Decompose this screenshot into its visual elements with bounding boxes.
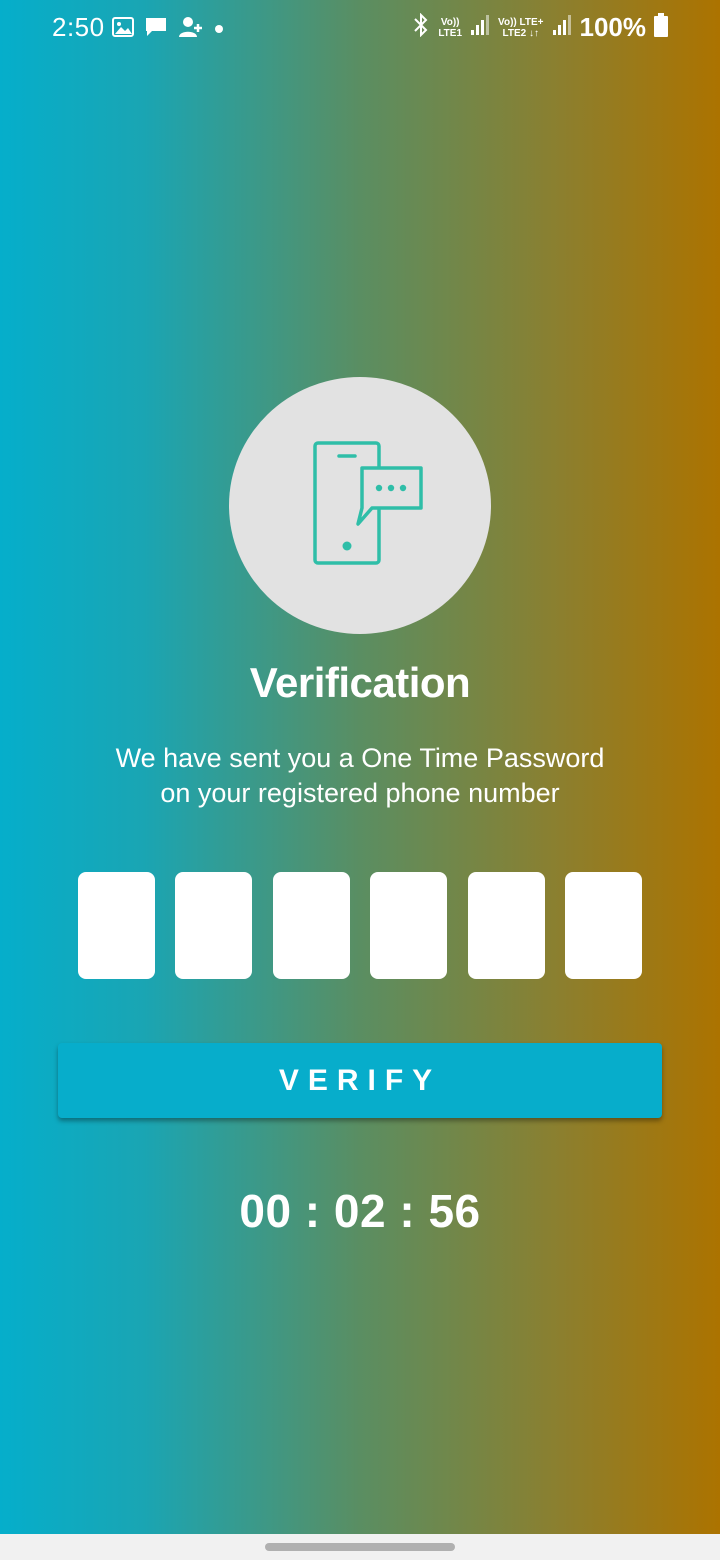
status-right-group: Vo)) LTE1 Vo)) LTE+ LTE2 ↓↑ 100% xyxy=(412,12,668,43)
status-time: 2:50 xyxy=(52,12,105,42)
home-gesture-handle[interactable] xyxy=(265,1543,455,1551)
battery-percentage: 100% xyxy=(579,12,647,42)
otp-digit-3[interactable] xyxy=(273,872,350,979)
dot-icon xyxy=(214,21,224,39)
sim1-volte-label: Vo)) xyxy=(440,16,460,28)
instruction-line-2: on your registered phone number xyxy=(160,778,560,808)
battery-icon xyxy=(654,13,668,42)
bluetooth-icon xyxy=(412,12,430,42)
message-icon xyxy=(144,16,168,43)
person-add-icon xyxy=(178,16,204,43)
image-icon xyxy=(112,17,134,42)
instruction-line-1: We have sent you a One Time Password xyxy=(115,743,605,773)
notification-icons xyxy=(112,16,224,43)
signal-icon xyxy=(470,14,490,41)
status-bar: 2:50 Vo)) LTE1 Vo)) LTE+ LTE2 ↓↑ 100% xyxy=(0,0,720,56)
otp-digit-2[interactable] xyxy=(175,872,252,979)
countdown-timer: 00 : 02 : 56 xyxy=(239,1185,481,1237)
verification-instructions: We have sent you a One Time Password on … xyxy=(0,741,720,811)
sim1-network-label: Vo)) LTE1 xyxy=(438,17,462,39)
sim2-volte-label: Vo)) LTE+ xyxy=(498,16,544,28)
verification-illustration xyxy=(229,377,491,634)
otp-digit-4[interactable] xyxy=(370,872,447,979)
verify-button[interactable]: VERIFY xyxy=(58,1043,662,1118)
sim2-network-label: Vo)) LTE+ LTE2 ↓↑ xyxy=(498,17,543,39)
phone-message-icon xyxy=(295,438,425,573)
otp-digit-5[interactable] xyxy=(468,872,545,979)
otp-input-group xyxy=(78,872,642,979)
otp-digit-1[interactable] xyxy=(78,872,155,979)
signal-icon xyxy=(552,14,572,41)
page-title: Verification xyxy=(249,659,471,706)
sim1-lte-label: LTE1 xyxy=(438,27,463,39)
navigation-bar xyxy=(0,1534,720,1560)
otp-digit-6[interactable] xyxy=(565,872,642,979)
sim2-lte-label: LTE2 ↓↑ xyxy=(502,27,539,39)
